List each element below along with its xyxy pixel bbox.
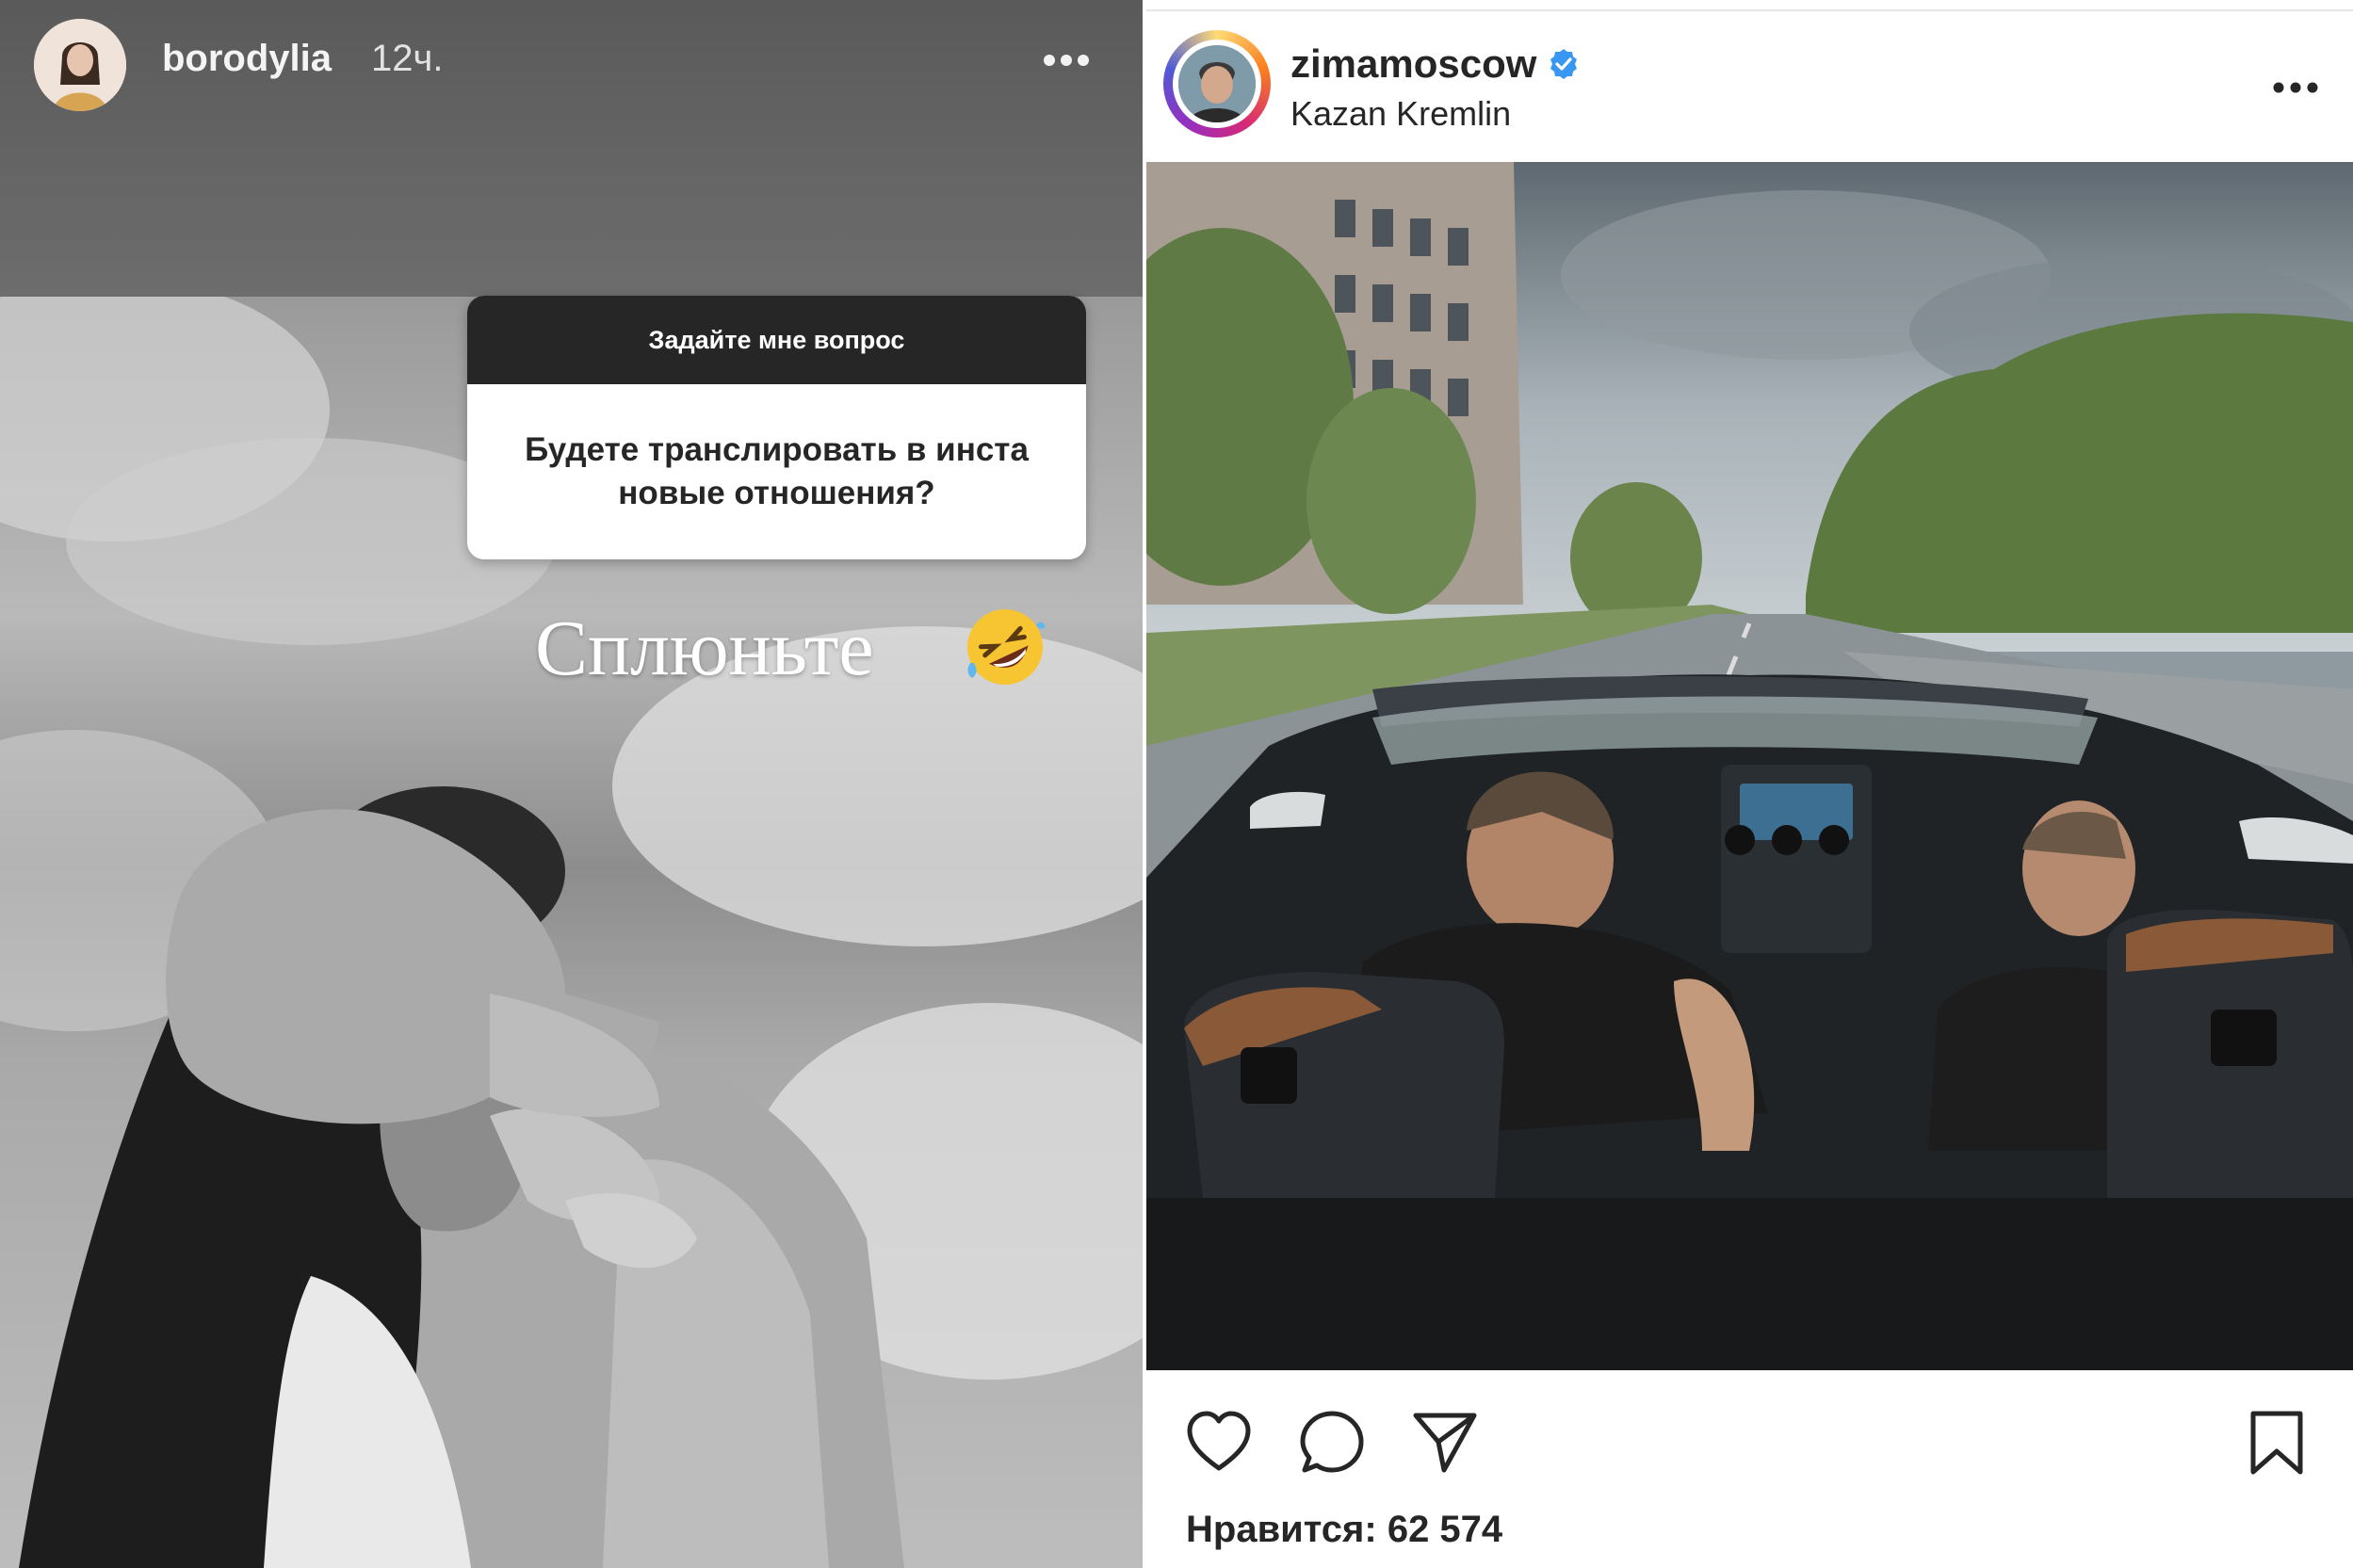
top-border <box>1146 9 2353 11</box>
post-actions <box>1146 1370 2353 1511</box>
bookmark-icon[interactable] <box>2242 1408 2312 1478</box>
post-panel: zimamoscow Kazan Kremlin Нравится: 62 57… <box>1146 0 2353 1568</box>
question-text: Будете транслировать в инста новые отнош… <box>525 431 1029 511</box>
post-avatar[interactable] <box>1178 45 1256 122</box>
post-location[interactable]: Kazan Kremlin <box>1290 94 1511 134</box>
more-horizontal-icon[interactable] <box>2272 81 2319 94</box>
avatar-image <box>34 19 126 111</box>
question-header: Задайте мне вопрос <box>467 296 1086 384</box>
more-horizontal-icon[interactable] <box>1043 54 1090 67</box>
comment-icon[interactable] <box>1297 1408 1367 1478</box>
story-header: borodylia 12ч. <box>0 0 1143 127</box>
story-caption: Сплюньте <box>535 605 874 692</box>
post-photo-illustration <box>1146 162 2353 1370</box>
rofl-emoji-icon <box>967 609 1046 685</box>
post-photo[interactable] <box>1146 162 2353 1370</box>
verified-badge-icon <box>1550 49 1577 79</box>
story-time: 12ч. <box>371 38 444 79</box>
question-sticker[interactable]: Задайте мне вопрос Будете транслировать … <box>467 296 1086 559</box>
likes-count[interactable]: Нравится: 62 574 <box>1186 1509 1502 1551</box>
story-username[interactable]: borodylia <box>162 38 332 80</box>
story-avatar[interactable] <box>34 19 126 111</box>
avatar-image <box>1178 45 1256 122</box>
story-panel: borodylia 12ч. Задайте мне вопрос Будете… <box>0 0 1143 1568</box>
share-icon[interactable] <box>1410 1408 1480 1478</box>
heart-icon[interactable] <box>1184 1408 1254 1478</box>
post-username[interactable]: zimamoscow <box>1290 41 1536 87</box>
